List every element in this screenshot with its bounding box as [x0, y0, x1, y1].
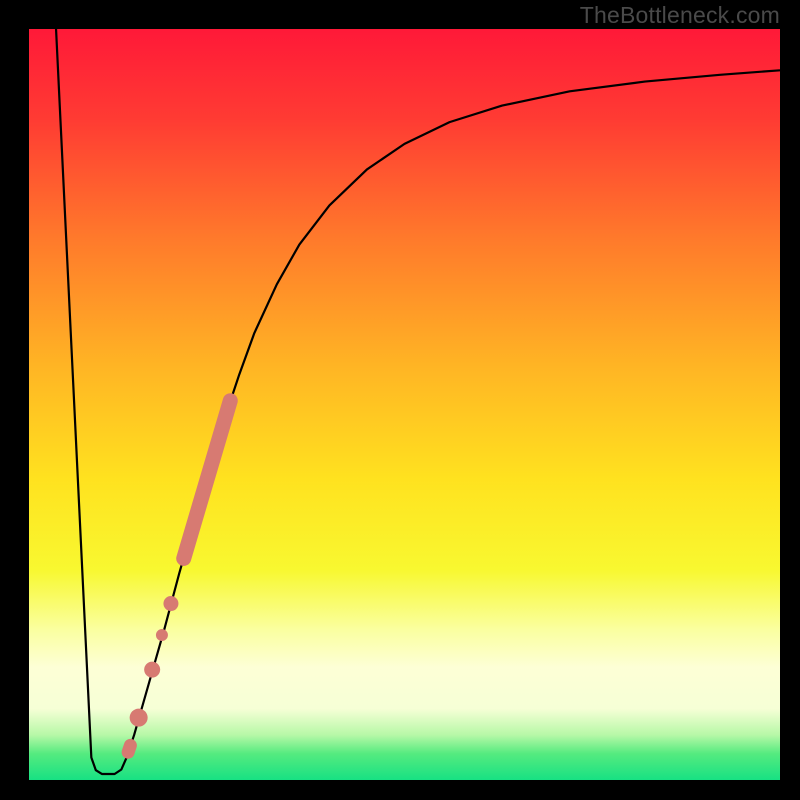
attribution-text: TheBottleneck.com: [580, 2, 780, 29]
chart-svg: [0, 0, 800, 800]
chart-container: { "attribution": "TheBottleneck.com", "c…: [0, 0, 800, 800]
plot-background: [29, 29, 780, 780]
series-dot-2: [156, 629, 168, 641]
series-dot-1: [163, 596, 178, 611]
series-dot-4: [130, 709, 148, 727]
series-dot-3: [144, 662, 160, 678]
series-bottom-stub: [128, 745, 130, 752]
